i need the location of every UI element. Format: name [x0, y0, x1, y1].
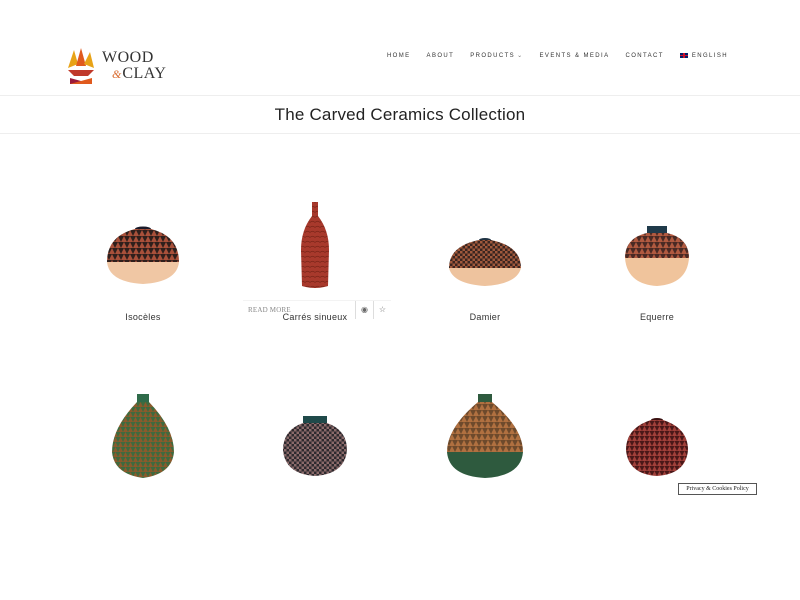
- product-card[interactable]: [572, 370, 742, 480]
- product-card[interactable]: [230, 370, 400, 480]
- nav-about-label: ABOUT: [426, 52, 455, 59]
- main-nav: HOME ABOUT PRODUCTS ⌄ EVENTS & MEDIA CONT…: [387, 52, 728, 60]
- uk-flag-icon: [679, 53, 688, 58]
- product-card[interactable]: Equerre: [572, 180, 742, 322]
- logo-wood-text: WOOD: [102, 49, 154, 66]
- vase-image: [107, 226, 179, 284]
- nav-events-label: EVENTS & MEDIA: [539, 52, 610, 59]
- product-image[interactable]: [400, 370, 570, 480]
- logo-amp-text: &: [112, 67, 122, 81]
- product-card[interactable]: [400, 370, 570, 480]
- read-more-link[interactable]: READ MORE: [243, 306, 355, 314]
- logo-clay-text: CLAY: [122, 65, 167, 82]
- product-image[interactable]: [572, 370, 742, 480]
- nav-contact[interactable]: CONTACT: [625, 53, 663, 59]
- vase-image: [112, 394, 174, 478]
- nav-home[interactable]: HOME: [387, 53, 411, 59]
- language-label: ENGLISH: [691, 52, 728, 59]
- product-image[interactable]: [400, 180, 570, 290]
- logo-flame-icon: [68, 48, 94, 84]
- nav-home-label: HOME: [386, 52, 411, 59]
- vase-image: [283, 416, 347, 476]
- product-image[interactable]: [230, 370, 400, 480]
- product-card[interactable]: Damier: [400, 180, 570, 322]
- product-name[interactable]: Isocèles: [58, 312, 228, 322]
- vase-image: [625, 226, 689, 286]
- eye-icon[interactable]: ◉: [355, 300, 373, 319]
- product-name[interactable]: Damier: [400, 312, 570, 322]
- product-card[interactable]: Isocèles: [58, 180, 228, 322]
- page-title: The Carved Ceramics Collection: [274, 104, 526, 124]
- vase-image: [626, 418, 688, 476]
- product-card[interactable]: [58, 370, 228, 480]
- nav-events-media[interactable]: EVENTS & MEDIA: [540, 53, 610, 59]
- product-image[interactable]: [230, 180, 400, 290]
- product-hover-actions: READ MORE ◉ ☆: [243, 300, 391, 319]
- star-icon[interactable]: ☆: [373, 300, 391, 319]
- site-header: WOOD &CLAY HOME ABOUT PRODUCTS ⌄ EVENTS &…: [0, 0, 800, 96]
- nav-contact-label: CONTACT: [625, 52, 664, 59]
- vase-image: [447, 394, 523, 478]
- page-title-bar: The Carved Ceramics Collection: [0, 96, 800, 134]
- nav-products-label: PRODUCTS: [470, 52, 516, 59]
- site-logo[interactable]: WOOD &CLAY: [66, 44, 176, 88]
- product-name[interactable]: Equerre: [572, 312, 742, 322]
- vase-image: [449, 238, 521, 286]
- logo-wordmark: WOOD &CLAY: [102, 50, 166, 82]
- chevron-down-icon: ⌄: [517, 53, 524, 59]
- product-image[interactable]: [58, 180, 228, 290]
- product-image[interactable]: [58, 370, 228, 480]
- nav-products[interactable]: PRODUCTS ⌄: [470, 52, 524, 60]
- nav-about[interactable]: ABOUT: [427, 53, 455, 59]
- privacy-cookies-button[interactable]: Privacy & Cookies Policy: [678, 483, 757, 495]
- language-switcher[interactable]: ENGLISH: [679, 52, 728, 59]
- vase-image: [301, 202, 329, 288]
- product-image[interactable]: [572, 180, 742, 290]
